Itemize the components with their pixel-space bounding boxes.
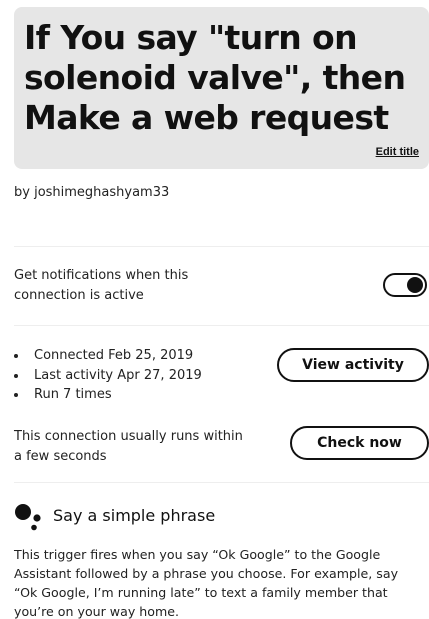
stat-last-activity-text: Last activity Apr 27, 2019 [34,367,202,383]
applet-details-page: If You say "turn on solenoid valve", the… [0,0,429,619]
applet-title-card: If You say "turn on solenoid valve", the… [14,7,429,169]
trigger-name: Say a simple phrase [53,506,216,525]
divider [14,246,429,247]
runs-within-text: This connection usually runs within a fe… [14,429,243,464]
google-assistant-icon [15,504,41,531]
applet-title: If You say "turn on solenoid valve", the… [24,18,406,137]
toggle-knob [407,277,423,293]
stat-last-activity: Last activity Apr 27, 2019 [14,366,202,386]
bullet-icon [14,393,18,397]
view-activity-button[interactable]: View activity [277,348,429,382]
activity-stats-list: Connected Feb 25, 2019 Last activity Apr… [14,346,202,405]
divider [14,325,429,326]
bullet-icon [14,354,18,358]
divider [14,482,429,483]
trigger-description: This trigger fires when you say “Ok Goog… [14,547,399,619]
bullet-icon [14,373,18,378]
check-now-button[interactable]: Check now [290,426,429,460]
notifications-label: Get notifications when this connection i… [14,268,189,303]
edit-title-link[interactable]: Edit title [376,146,419,158]
stat-run-count: Run 7 times [14,385,202,405]
author-byline: by joshimeghashyam33 [14,185,170,200]
stat-connected-text: Connected Feb 25, 2019 [34,348,194,363]
notifications-toggle[interactable] [383,273,427,297]
stat-run-count-text: Run 7 times [34,387,112,402]
stat-connected: Connected Feb 25, 2019 [14,346,202,366]
